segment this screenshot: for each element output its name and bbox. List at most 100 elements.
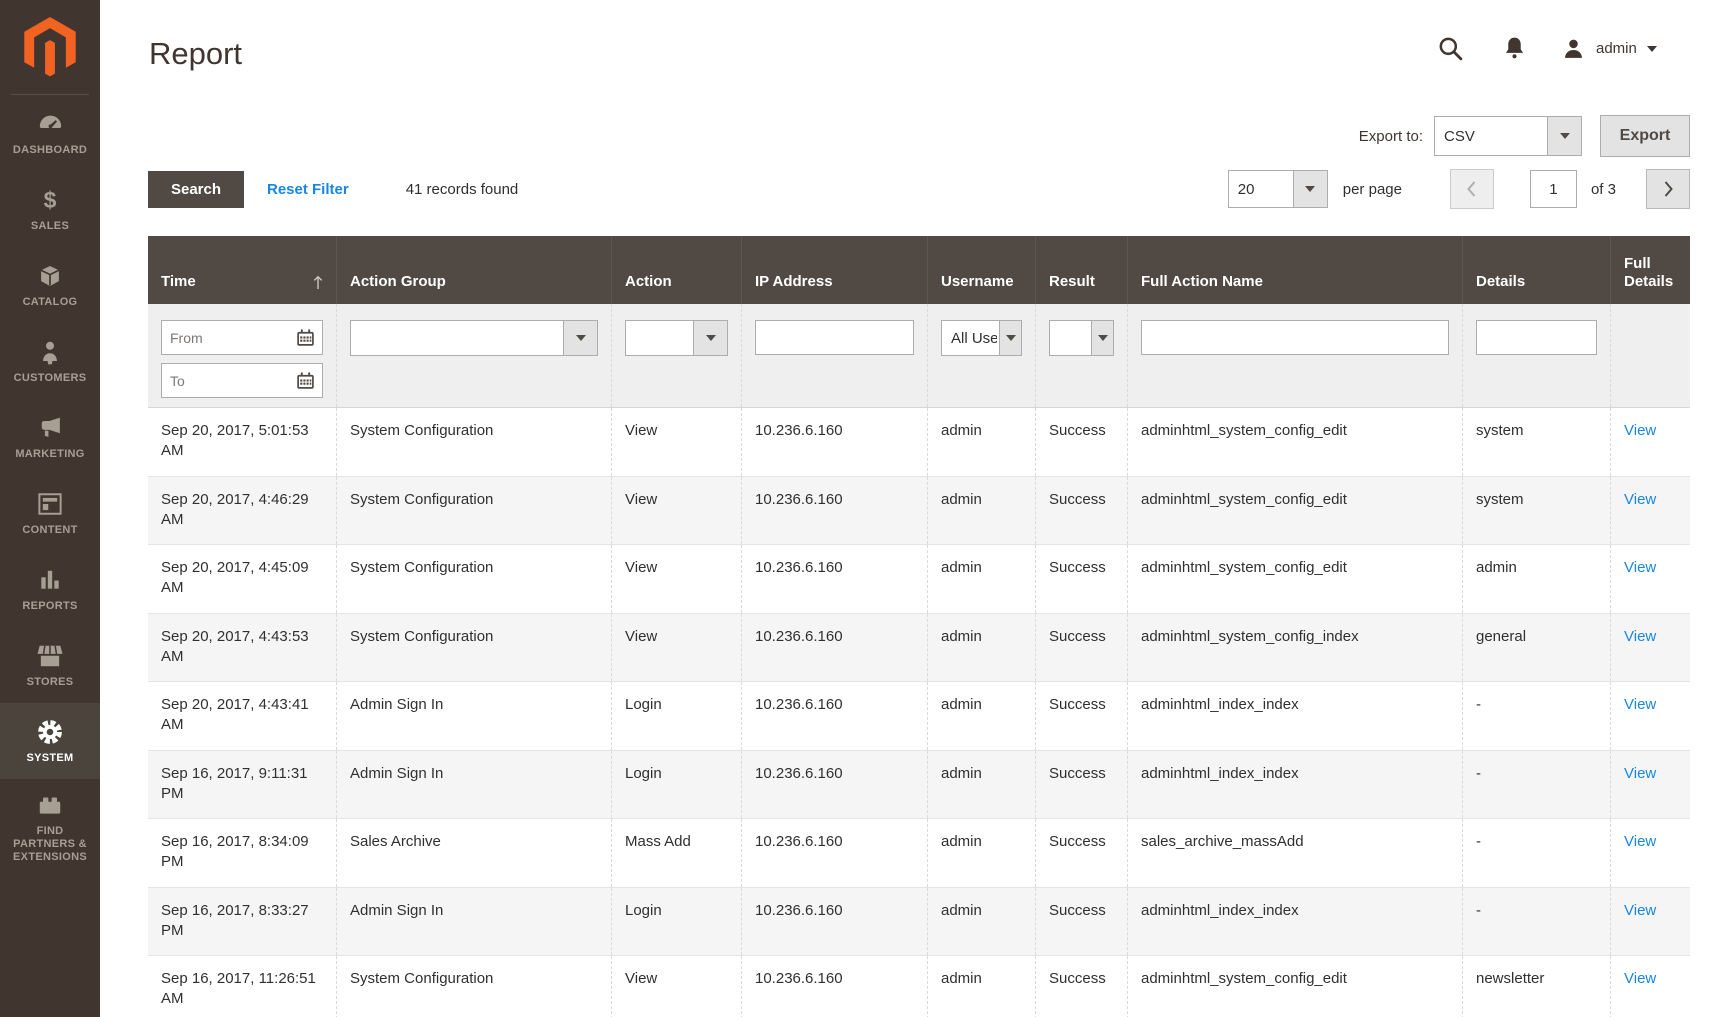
current-page-input[interactable] <box>1530 170 1577 208</box>
username-filter-value: All Users <box>951 321 997 355</box>
sidebar-item-catalog[interactable]: CATALOG <box>0 247 100 323</box>
cell-result: Success <box>1035 614 1127 682</box>
sidebar-item-find-partners[interactable]: FIND PARTNERS & EXTENSIONS <box>0 779 100 875</box>
sidebar-item-reports[interactable]: REPORTS <box>0 551 100 627</box>
grid-body: Sep 20, 2017, 5:01:53 AM System Configur… <box>148 408 1690 1017</box>
user-icon <box>1561 36 1586 61</box>
action-filter-select[interactable] <box>625 320 728 356</box>
cell-details: - <box>1462 751 1610 819</box>
view-details-link[interactable]: View <box>1624 491 1656 508</box>
filter-cell-details <box>1462 304 1610 407</box>
column-header-full-details[interactable]: Full Details <box>1610 236 1690 304</box>
customers-icon <box>38 338 62 366</box>
page-title: Report <box>149 36 242 72</box>
cell-username: admin <box>927 477 1035 545</box>
cell-action-group: Admin Sign In <box>336 682 611 750</box>
cell-username: admin <box>927 888 1035 956</box>
sidebar: DASHBOARD $ SALES CATALOG CUSTOMERS MARK… <box>0 0 100 1017</box>
column-header-username[interactable]: Username <box>927 236 1035 304</box>
reports-icon <box>37 566 63 594</box>
view-details-link[interactable]: View <box>1624 765 1656 782</box>
export-controls: Export to: CSV Export <box>1359 115 1690 157</box>
sort-asc-icon <box>312 275 324 290</box>
notifications-button[interactable] <box>1502 35 1527 62</box>
cell-action: View <box>611 545 741 613</box>
cell-action-group: System Configuration <box>336 614 611 682</box>
filter-cell-full-action-name <box>1127 304 1462 407</box>
cell-action: View <box>611 956 741 1017</box>
cell-result: Success <box>1035 751 1127 819</box>
result-filter-select[interactable] <box>1049 320 1114 356</box>
ip-address-filter-input[interactable] <box>755 320 914 355</box>
search-filter-button[interactable]: Search <box>148 171 244 208</box>
admin-account-menu[interactable]: admin <box>1561 36 1657 61</box>
cell-full-details: View <box>1610 477 1690 545</box>
cell-result: Success <box>1035 682 1127 750</box>
caret-down-icon <box>1098 335 1108 341</box>
cell-result: Success <box>1035 408 1127 476</box>
column-header-full-action-name[interactable]: Full Action Name <box>1127 236 1462 304</box>
sidebar-item-customers[interactable]: CUSTOMERS <box>0 323 100 399</box>
table-row: Sep 20, 2017, 4:43:53 AM System Configur… <box>148 614 1690 683</box>
chevron-left-icon <box>1465 180 1478 198</box>
view-details-link[interactable]: View <box>1624 833 1656 850</box>
column-header-action[interactable]: Action <box>611 236 741 304</box>
calendar-button[interactable] <box>293 325 318 350</box>
cell-username: admin <box>927 956 1035 1017</box>
reset-filter-link[interactable]: Reset Filter <box>267 181 349 198</box>
sidebar-item-stores[interactable]: STORES <box>0 627 100 703</box>
sidebar-item-dashboard[interactable]: DASHBOARD <box>0 95 100 171</box>
cell-details: - <box>1462 682 1610 750</box>
sidebar-item-system[interactable]: SYSTEM <box>0 703 100 779</box>
view-details-link[interactable]: View <box>1624 559 1656 576</box>
previous-page-button[interactable] <box>1450 169 1494 209</box>
column-header-result[interactable]: Result <box>1035 236 1127 304</box>
cell-username: admin <box>927 545 1035 613</box>
export-button[interactable]: Export <box>1600 115 1690 157</box>
cell-action: View <box>611 477 741 545</box>
table-row: Sep 20, 2017, 4:46:29 AM System Configur… <box>148 477 1690 546</box>
column-header-time[interactable]: Time <box>148 236 336 304</box>
cell-full-details: View <box>1610 614 1690 682</box>
header-actions: admin <box>1436 34 1657 63</box>
calendar-button[interactable] <box>293 368 318 393</box>
sales-icon: $ <box>44 186 57 214</box>
username-filter-select[interactable]: All Users <box>941 320 1022 356</box>
marketing-icon <box>37 414 64 442</box>
cell-action-group: Sales Archive <box>336 819 611 887</box>
view-details-link[interactable]: View <box>1624 902 1656 919</box>
cell-result: Success <box>1035 819 1127 887</box>
cell-result: Success <box>1035 545 1127 613</box>
magento-logo[interactable] <box>0 0 100 94</box>
sidebar-item-content[interactable]: CONTENT <box>0 475 100 551</box>
action-group-filter-select[interactable] <box>350 320 598 356</box>
cell-full-details: View <box>1610 408 1690 476</box>
table-row: Sep 16, 2017, 9:11:31 PM Admin Sign In L… <box>148 751 1690 820</box>
cell-full-action-name: adminhtml_system_config_edit <box>1127 956 1462 1017</box>
view-details-link[interactable]: View <box>1624 422 1656 439</box>
export-format-select[interactable]: CSV <box>1434 116 1582 156</box>
view-details-link[interactable]: View <box>1624 970 1656 987</box>
details-filter-input[interactable] <box>1476 320 1597 355</box>
cell-username: admin <box>927 614 1035 682</box>
per-page-select[interactable]: 20 <box>1228 170 1328 208</box>
view-details-link[interactable]: View <box>1624 628 1656 645</box>
chevron-down-icon <box>1647 46 1657 52</box>
caret-down-icon <box>1006 335 1016 341</box>
full-action-name-filter-input[interactable] <box>1141 320 1449 355</box>
column-header-ip-address[interactable]: IP Address <box>741 236 927 304</box>
column-header-details[interactable]: Details <box>1462 236 1610 304</box>
date-to-field <box>161 363 323 398</box>
search-button[interactable] <box>1436 34 1465 63</box>
view-details-link[interactable]: View <box>1624 696 1656 713</box>
column-header-action-group[interactable]: Action Group <box>336 236 611 304</box>
next-page-button[interactable] <box>1646 169 1690 209</box>
sidebar-item-marketing[interactable]: MARKETING <box>0 399 100 475</box>
cell-action-group: Admin Sign In <box>336 888 611 956</box>
sidebar-item-sales[interactable]: $ SALES <box>0 171 100 247</box>
table-row: Sep 20, 2017, 5:01:53 AM System Configur… <box>148 408 1690 477</box>
cell-action-group: Admin Sign In <box>336 751 611 819</box>
select-caret <box>1091 321 1113 355</box>
cell-ip-address: 10.236.6.160 <box>741 477 927 545</box>
cell-action-group: System Configuration <box>336 477 611 545</box>
